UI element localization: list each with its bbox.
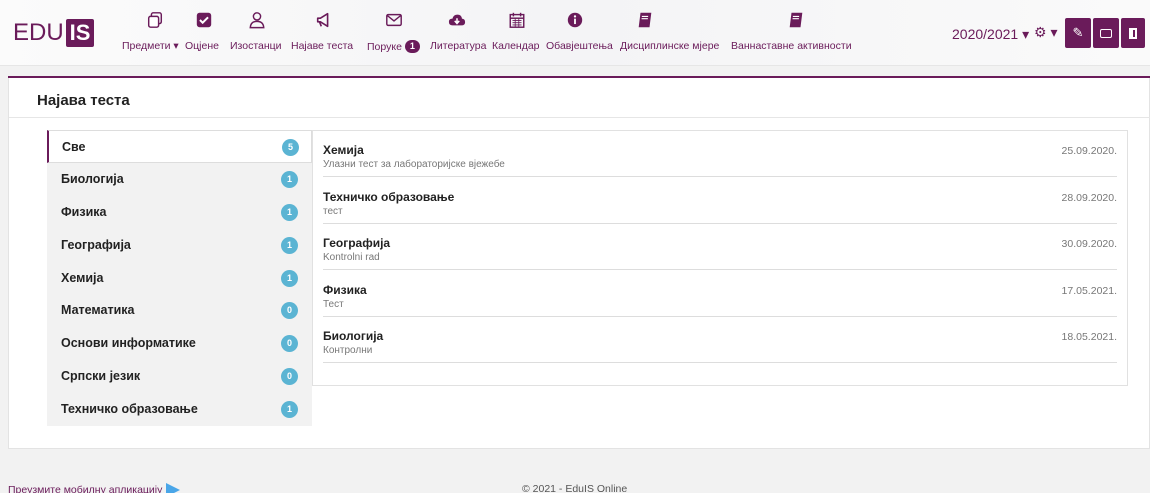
test-description: тест [323, 206, 343, 217]
list-item[interactable]: Физика Тест 17.05.2021. [323, 271, 1117, 317]
page-title: Најава теста [37, 92, 130, 109]
nav-label: Оцјене [185, 40, 219, 52]
subject-count-badge: 0 [281, 368, 298, 386]
nav-label: Поруке 1 [367, 40, 420, 53]
subject-item-all[interactable]: Све 5 [47, 130, 312, 163]
nav-predmeti[interactable]: Предмети ▾ [122, 10, 180, 56]
subject-item-osnovi-informatike[interactable]: Основи информатике 0 [47, 327, 312, 361]
subject-count-badge: 1 [281, 170, 298, 188]
logo-is-text: IS [65, 19, 95, 47]
subject-label: Српски језик [61, 369, 141, 384]
top-navbar: EDU IS Предмети ▾ Оцјене Изостанци Најав… [0, 0, 1150, 66]
subject-label: Географија [61, 237, 131, 252]
test-description: Улазни тест за лабораторијске вјежебе [323, 159, 505, 170]
test-subject: Хемија [323, 143, 364, 157]
subject-count-badge: 1 [281, 401, 298, 419]
subject-count-badge: 1 [281, 269, 298, 287]
messages-count-badge: 1 [404, 40, 420, 53]
subject-count-badge: 5 [282, 139, 299, 156]
nav-label: Предмети ▾ [122, 40, 179, 52]
logo-edu-text: EDU [13, 19, 64, 46]
subject-item-srpski-jezik[interactable]: Српски језик 0 [47, 360, 312, 394]
subject-count-badge: 1 [281, 236, 298, 254]
graduation-cap-button[interactable]: ✎ [1065, 18, 1091, 48]
office-icon [1129, 27, 1137, 39]
book-icon [634, 10, 656, 30]
test-description: Тест [323, 299, 344, 310]
google-play-icon [166, 483, 181, 493]
nav-label: Дисциплинске мјере [620, 40, 720, 52]
megaphone-icon [313, 10, 335, 30]
feather-icon: ✎ [1072, 25, 1084, 40]
subject-item-fizika[interactable]: Физика 1 [47, 195, 312, 229]
nav-label: Обавјештења [546, 40, 613, 52]
subject-label: Физика [61, 204, 107, 219]
nav-ocjene[interactable]: Оцјене [185, 10, 227, 56]
info-icon [564, 10, 586, 30]
envelope-icon [383, 10, 405, 30]
cloud-download-icon [446, 10, 468, 30]
nav-poruke[interactable]: Поруке 1 [367, 10, 427, 56]
book-icon [785, 10, 807, 30]
test-subject: Техничко образовање [323, 190, 455, 204]
subject-count-badge: 1 [281, 203, 298, 221]
tablet-button[interactable] [1093, 18, 1119, 48]
nav-label: Изостанци [230, 40, 282, 52]
nav-literatura[interactable]: Литература [430, 10, 488, 56]
subject-count-badge: 0 [281, 335, 298, 353]
list-item[interactable]: Биологија Контролни 18.05.2021. [323, 317, 1117, 363]
copyright: © 2021 - EduIS Online [522, 483, 628, 493]
nav-label: Ваннаставне активности [731, 40, 852, 52]
test-subject: Географија [323, 236, 391, 250]
subject-label: Математика [61, 303, 135, 318]
nav-najave-testa[interactable]: Најаве теста [291, 10, 363, 56]
panel-header: Најава теста [9, 78, 1150, 118]
test-description: Kontrolni rad [323, 252, 380, 263]
subject-item-biologija[interactable]: Биологија 1 [47, 162, 312, 196]
test-date: 18.05.2021. [1061, 331, 1117, 343]
subject-item-tehnicko-obrazovanje[interactable]: Техничко образовање 1 [47, 393, 312, 427]
test-date: 30.09.2020. [1061, 238, 1117, 250]
subject-label: Хемија [61, 270, 104, 285]
subject-filter-list: Све 5 Биологија 1 Физика 1 Географија 1 … [47, 130, 312, 427]
nav-label: Календар [492, 40, 540, 52]
copy-icon [144, 10, 166, 30]
user-icon [246, 10, 268, 30]
test-announcement-list: Хемија Улазни тест за лабораторијске вје… [312, 130, 1128, 386]
test-date: 17.05.2021. [1061, 285, 1117, 297]
calendar-icon [506, 10, 528, 30]
nav-obavjestenja[interactable]: Обавјештења [546, 10, 616, 56]
list-item[interactable]: Хемија Улазни тест за лабораторијске вје… [323, 131, 1117, 177]
nav-disciplinske-mjere[interactable]: Дисциплинске мјере [620, 10, 726, 56]
subject-count-badge: 0 [281, 302, 298, 320]
mobile-app-link[interactable]: Преузмите мобилну апликацију [8, 483, 181, 493]
mobile-app-link-text: Преузмите мобилну апликацију [8, 484, 163, 493]
test-description: Контролни [323, 345, 373, 356]
subject-label: Све [62, 140, 86, 154]
settings-gear-dropdown[interactable]: ⚙ ▾ [1034, 24, 1057, 41]
nav-label: Литература [430, 40, 487, 52]
subject-label: Техничко образовање [61, 402, 198, 417]
subject-item-geografija[interactable]: Географија 1 [47, 228, 312, 262]
nav-kalendar[interactable]: Календар [492, 10, 542, 56]
subject-label: Основи информатике [61, 336, 196, 351]
test-date: 25.09.2020. [1061, 145, 1117, 157]
school-year-dropdown[interactable]: 2020/2021 ▾ [952, 26, 1029, 43]
list-item[interactable]: Географија Kontrolni rad 30.09.2020. [323, 224, 1117, 270]
subject-item-hemija[interactable]: Хемија 1 [47, 261, 312, 295]
test-date: 28.09.2020. [1061, 192, 1117, 204]
nav-izostanci[interactable]: Изостанци [230, 10, 286, 56]
office-button[interactable] [1121, 18, 1145, 48]
subject-item-matematika[interactable]: Математика 0 [47, 294, 312, 328]
nav-vannastavne-aktivnosti[interactable]: Ваннаставне активности [731, 10, 857, 56]
eduis-logo[interactable]: EDU IS [13, 18, 95, 48]
list-item[interactable]: Техничко образовање тест 28.09.2020. [323, 178, 1117, 224]
test-subject: Биологија [323, 329, 384, 343]
nav-label: Најаве теста [291, 40, 354, 52]
check-square-icon [193, 10, 215, 30]
subject-label: Биологија [61, 171, 124, 186]
test-subject: Физика [323, 283, 367, 297]
tablet-icon [1100, 28, 1112, 38]
